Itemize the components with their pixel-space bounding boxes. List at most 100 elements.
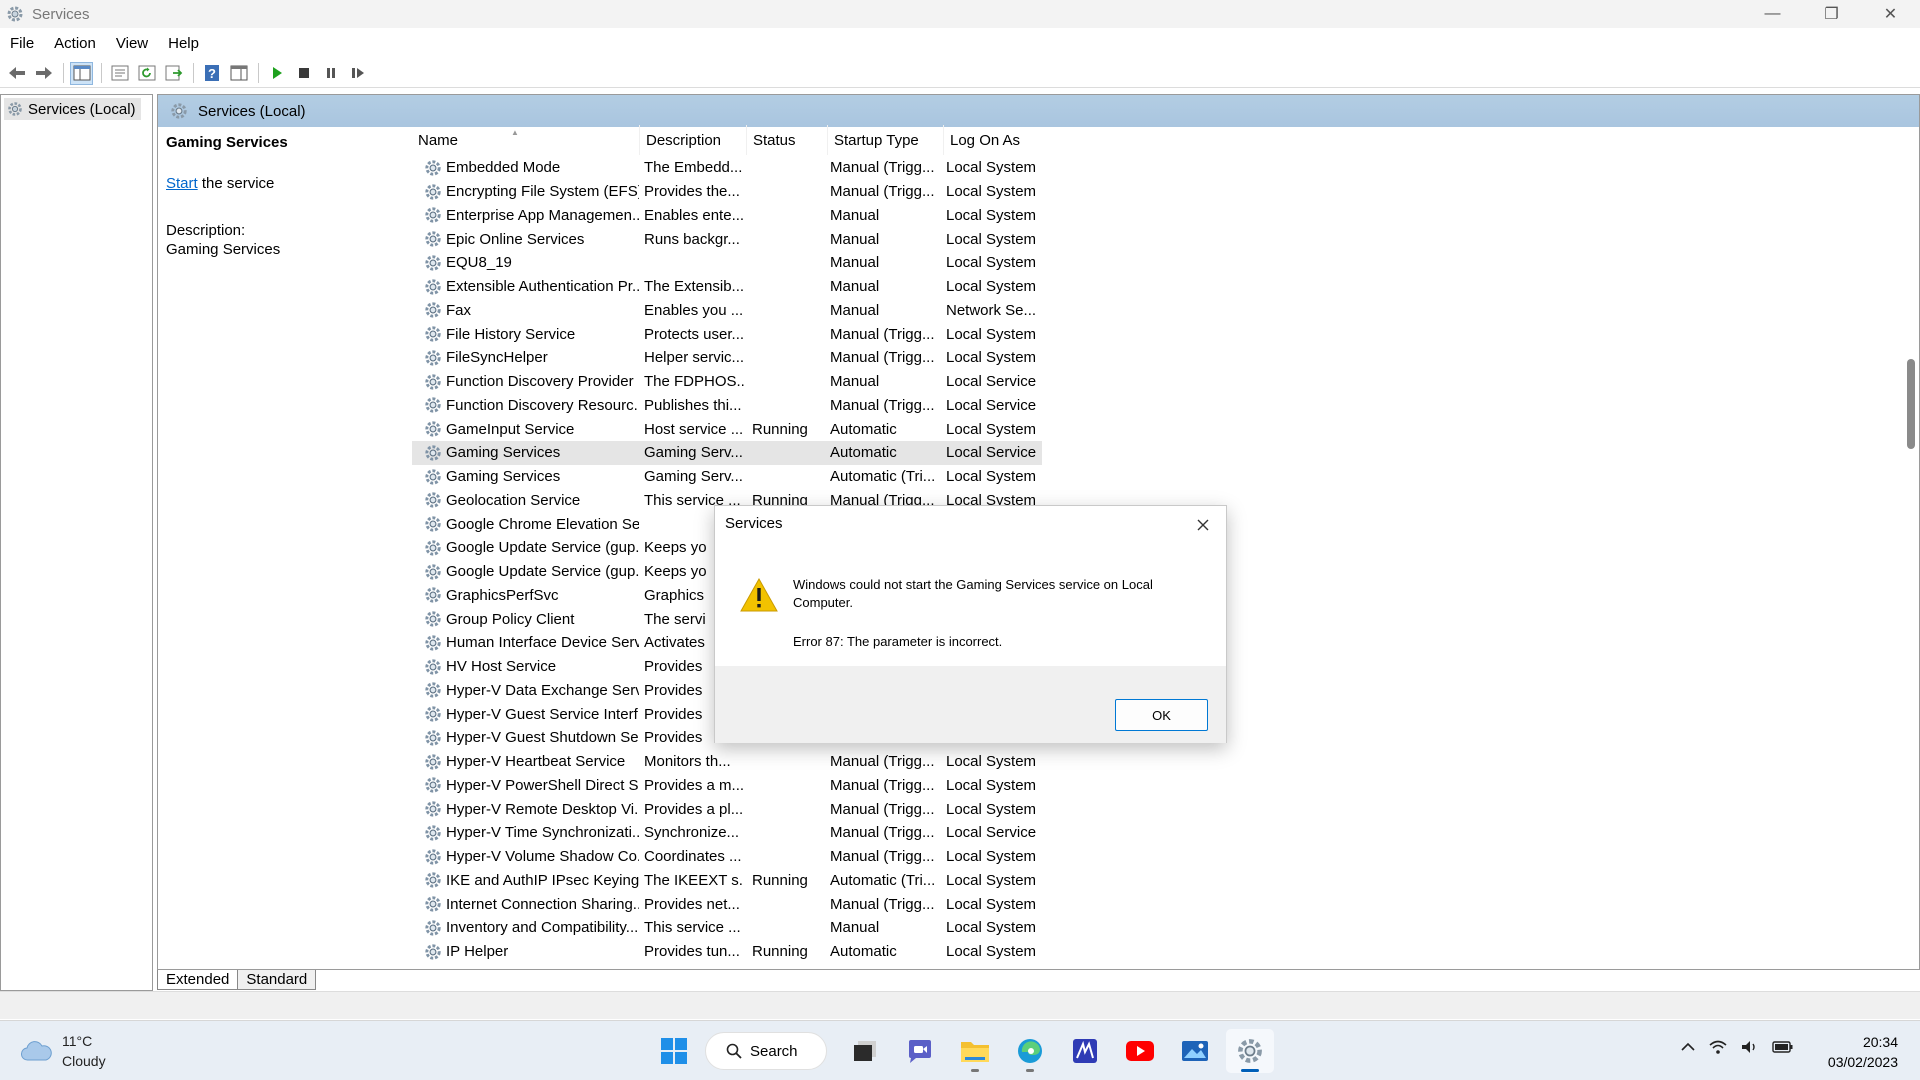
service-row[interactable]: IKE and AuthIP IPsec Keying ... The IKEEX… bbox=[412, 869, 1042, 893]
back-icon[interactable] bbox=[5, 62, 28, 85]
close-button[interactable]: ✕ bbox=[1861, 0, 1920, 28]
clock[interactable]: 20:34 03/02/2023 bbox=[1828, 1032, 1898, 1072]
youtube-button[interactable] bbox=[1116, 1029, 1164, 1073]
service-description: Monitors th... bbox=[644, 753, 731, 771]
export-list-icon[interactable] bbox=[162, 62, 185, 85]
column-header-name[interactable]: Name ▲ bbox=[412, 125, 640, 155]
dialog-title: Services bbox=[725, 515, 783, 532]
service-description bbox=[644, 251, 744, 275]
clock-time: 20:34 bbox=[1862, 1034, 1898, 1050]
service-name: Hyper-V Data Exchange Serv... bbox=[446, 681, 639, 699]
chat-button[interactable] bbox=[896, 1029, 944, 1073]
service-row[interactable]: Extensible Authentication Pr... The Exten… bbox=[412, 275, 1042, 299]
column-header-startup-type[interactable]: Startup Type bbox=[828, 125, 944, 155]
photos-button[interactable] bbox=[1171, 1029, 1219, 1073]
start-service-link[interactable]: Start bbox=[166, 175, 198, 192]
service-status bbox=[752, 441, 822, 465]
service-row[interactable]: Hyper-V Volume Shadow Co... Coordinates .… bbox=[412, 845, 1042, 869]
service-name-cell: Gaming Services bbox=[424, 441, 639, 465]
service-name: Human Interface Device Serv... bbox=[446, 634, 639, 652]
battery-icon[interactable] bbox=[1772, 1040, 1794, 1054]
service-row[interactable]: Function Discovery Provider ... The FDPHO… bbox=[412, 370, 1042, 394]
menu-bar: File Action View Help bbox=[0, 31, 209, 55]
menu-view[interactable]: View bbox=[106, 35, 158, 52]
service-name-cell: Inventory and Compatibility... bbox=[424, 916, 639, 940]
service-row[interactable]: Hyper-V PowerShell Direct S... Provides a… bbox=[412, 774, 1042, 798]
service-row[interactable]: FileSyncHelper Helper servic... Manual (Tr… bbox=[412, 346, 1042, 370]
tab-extended[interactable]: Extended bbox=[157, 970, 239, 990]
start-service-line: Start the service bbox=[166, 174, 416, 193]
tree-item-services-local[interactable]: Services (Local) bbox=[4, 98, 141, 120]
pause-service-icon[interactable] bbox=[319, 62, 342, 85]
taskbar-search[interactable]: Search bbox=[705, 1032, 827, 1070]
service-gear-icon bbox=[425, 848, 441, 865]
forward-icon[interactable] bbox=[32, 62, 55, 85]
restore-button[interactable]: ❐ bbox=[1802, 0, 1861, 28]
taskbar: 11°C Cloudy Search 20:34 03/02/2023 bbox=[0, 1020, 1920, 1080]
menu-action[interactable]: Action bbox=[44, 35, 106, 52]
start-service-icon[interactable] bbox=[265, 62, 288, 85]
service-row[interactable]: Embedded Mode The Embedd... Manual (Trigg.… bbox=[412, 156, 1042, 180]
service-description: Provides tun... bbox=[644, 943, 740, 961]
service-row[interactable]: Function Discovery Resourc... Publishes t… bbox=[412, 394, 1042, 418]
service-row[interactable]: Encrypting File System (EFS) Provides the… bbox=[412, 180, 1042, 204]
start-button[interactable] bbox=[650, 1029, 698, 1073]
service-log-on-as: Local System bbox=[946, 278, 1036, 296]
menu-help[interactable]: Help bbox=[158, 35, 209, 52]
dialog-close-button[interactable] bbox=[1192, 514, 1214, 536]
service-row[interactable]: Internet Connection Sharing... Provides n… bbox=[412, 892, 1042, 916]
folder-icon bbox=[961, 1042, 989, 1062]
chevron-up-icon[interactable] bbox=[1680, 1042, 1696, 1052]
edge-button[interactable] bbox=[1006, 1029, 1054, 1073]
service-row[interactable]: Gaming Services Gaming Serv... Automatic (… bbox=[412, 465, 1042, 489]
service-description: Coordinates ... bbox=[644, 848, 742, 866]
file-explorer-button[interactable] bbox=[951, 1029, 999, 1073]
volume-icon[interactable] bbox=[1740, 1039, 1760, 1055]
column-header-status[interactable]: Status bbox=[747, 125, 828, 155]
service-row[interactable]: Hyper-V Time Synchronizati... Synchronize… bbox=[412, 821, 1042, 845]
service-row[interactable]: GameInput Service Host service ... Running… bbox=[412, 417, 1042, 441]
stop-service-icon[interactable] bbox=[292, 62, 315, 85]
service-row[interactable]: EQU8_19 Manual Local System bbox=[412, 251, 1042, 275]
help-icon[interactable]: ? bbox=[200, 62, 223, 85]
tab-standard[interactable]: Standard bbox=[237, 970, 317, 990]
show-hide-action-pane-icon[interactable] bbox=[227, 62, 250, 85]
service-row[interactable]: Gaming Services Gaming Serv... Automatic Lo… bbox=[412, 441, 1042, 465]
service-row[interactable]: Hyper-V Remote Desktop Vi... Provides a p… bbox=[412, 797, 1042, 821]
properties-icon[interactable] bbox=[108, 62, 131, 85]
services-taskbar-button[interactable] bbox=[1226, 1029, 1274, 1073]
service-status bbox=[752, 916, 822, 940]
wifi-icon[interactable] bbox=[1708, 1039, 1728, 1055]
console-tree: Services (Local) bbox=[0, 94, 153, 991]
math-app-button[interactable] bbox=[1061, 1029, 1109, 1073]
column-header-description[interactable]: Description bbox=[640, 125, 747, 155]
service-log-on-as: Local System bbox=[946, 848, 1036, 866]
menu-file[interactable]: File bbox=[0, 35, 44, 52]
weather-widget[interactable]: 11°C Cloudy bbox=[20, 1031, 106, 1071]
task-view-button[interactable] bbox=[841, 1029, 889, 1073]
service-gear-icon bbox=[425, 207, 441, 224]
service-row[interactable]: Hyper-V Heartbeat Service Monitors th... M… bbox=[412, 750, 1042, 774]
service-row[interactable]: Fax Enables you ... Manual Network Se... bbox=[412, 299, 1042, 323]
service-row[interactable]: Enterprise App Managemen... Enables ente.… bbox=[412, 204, 1042, 228]
service-name-cell: HV Host Service bbox=[424, 655, 639, 679]
column-header-log-on-as[interactable]: Log On As bbox=[944, 125, 1044, 155]
service-row[interactable]: IP Helper Provides tun... Running Automatic… bbox=[412, 940, 1042, 964]
service-name: Enterprise App Managemen... bbox=[446, 206, 639, 224]
service-name: Hyper-V Guest Service Interf... bbox=[446, 705, 639, 723]
scrollbar-thumb[interactable] bbox=[1907, 359, 1915, 449]
show-hide-console-tree-icon[interactable] bbox=[70, 61, 93, 85]
vertical-scrollbar[interactable] bbox=[1904, 97, 1918, 965]
service-row[interactable]: File History Service Protects user... Manu… bbox=[412, 322, 1042, 346]
ok-button[interactable]: OK bbox=[1115, 699, 1208, 731]
service-log-on-as: Local System bbox=[946, 159, 1036, 177]
minimize-button[interactable]: — bbox=[1743, 0, 1802, 28]
refresh-icon[interactable] bbox=[135, 62, 158, 85]
service-row[interactable]: Epic Online Services Runs backgr... Manual… bbox=[412, 227, 1042, 251]
service-name-cell: Google Update Service (gup... bbox=[424, 560, 639, 584]
service-row[interactable]: Inventory and Compatibility... This servi… bbox=[412, 916, 1042, 940]
service-startup-type: Manual (Trigg... bbox=[830, 895, 935, 913]
resume-service-icon[interactable] bbox=[346, 62, 369, 85]
service-log-on-as: Local System bbox=[946, 753, 1036, 771]
search-label: Search bbox=[750, 1042, 798, 1060]
